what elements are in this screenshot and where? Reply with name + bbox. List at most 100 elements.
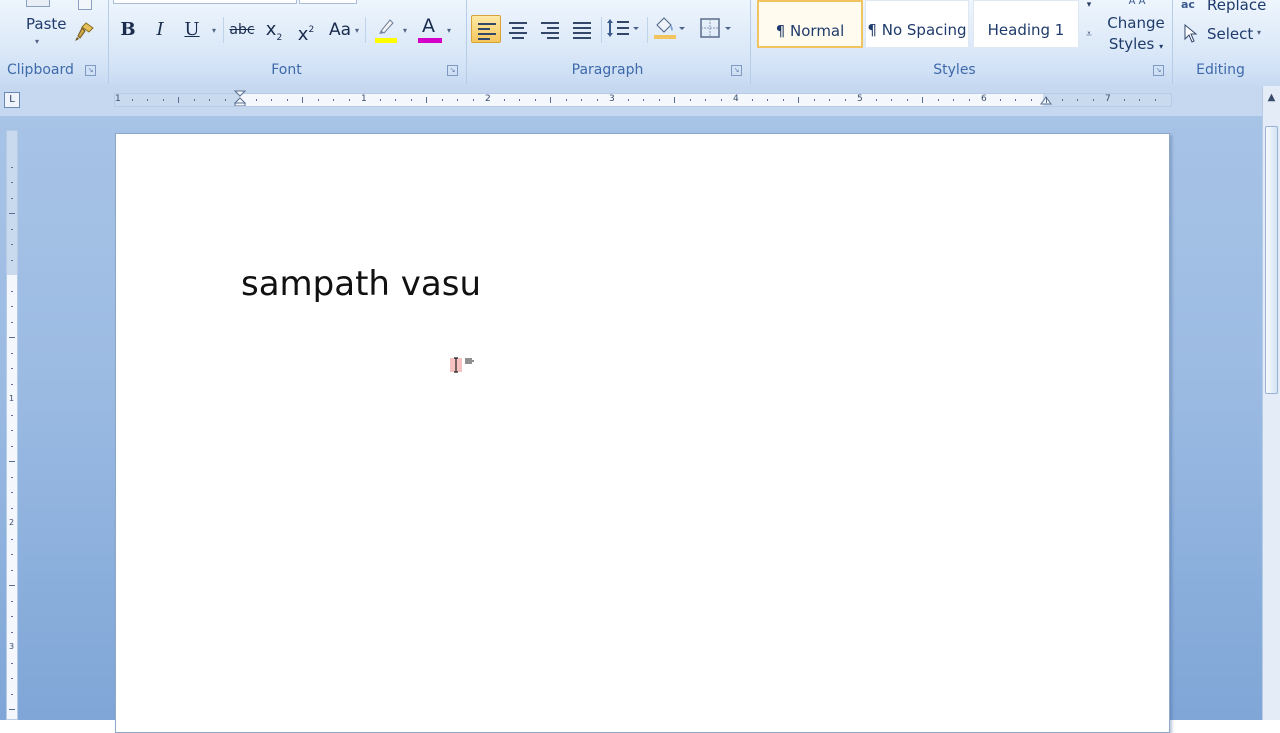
scroll-up-arrow-icon[interactable]: ▲ xyxy=(1265,92,1278,110)
styles-dialog-launcher[interactable]: ↘ xyxy=(1153,65,1164,76)
select-button[interactable]: Select ▾ xyxy=(1179,22,1267,46)
ruler-tick xyxy=(1015,99,1016,101)
bold-button[interactable]: B xyxy=(115,16,141,44)
paragraph-group-label: Paragraph xyxy=(571,62,644,78)
style-heading-1[interactable]: Heading 1 xyxy=(973,0,1079,48)
style-normal[interactable]: ¶ Normal xyxy=(757,0,863,48)
ruler-tick xyxy=(705,99,706,101)
ruler-tick xyxy=(627,99,629,101)
ruler-number: 1 xyxy=(361,94,367,104)
font-separator-2 xyxy=(365,17,366,43)
align-right-button[interactable] xyxy=(535,15,565,43)
style-normal-label: ¶ Normal xyxy=(775,22,845,40)
highlight-color-button[interactable] xyxy=(371,17,401,45)
format-painter-button[interactable] xyxy=(72,20,98,44)
ruler-tick xyxy=(11,507,13,509)
replace-button[interactable]: ac Replace xyxy=(1179,0,1267,14)
clipboard-icon xyxy=(26,0,50,7)
italic-button[interactable]: I xyxy=(147,16,173,44)
ruler-tick xyxy=(11,569,13,571)
strikethrough-button[interactable]: abc xyxy=(227,16,257,44)
styles-group: ¶ Normal ¶ No Spacing Heading 1 ▾ ⩡ A A … xyxy=(750,0,1170,84)
align-left-button[interactable] xyxy=(471,15,501,43)
subscript-button[interactable]: x2 xyxy=(261,16,287,44)
ruler-tick xyxy=(426,97,427,103)
tab-selector-button[interactable]: L xyxy=(4,92,20,108)
ribbon: Paste ▾ Clipboard ↘ B I U ▾ abc x2 x2 Aa… xyxy=(0,0,1280,87)
ruler-tick xyxy=(11,244,13,245)
font-color-letter: A xyxy=(422,15,435,37)
ruler-tick xyxy=(813,99,815,101)
ruler-tick xyxy=(11,554,13,555)
vertical-scrollbar[interactable]: ▲ xyxy=(1262,86,1280,720)
underline-button[interactable]: U xyxy=(179,16,205,44)
ruler-tick xyxy=(11,631,13,633)
highlighter-icon xyxy=(379,19,394,34)
font-color-dropdown-icon[interactable]: ▾ xyxy=(447,26,451,35)
ruler-tick xyxy=(519,99,520,101)
ruler-tick xyxy=(11,600,13,602)
ruler-tick xyxy=(1030,99,1032,101)
document-page[interactable]: sampath vasu xyxy=(115,133,1170,733)
ruler-tick xyxy=(9,709,15,710)
scrollbar-thumb[interactable] xyxy=(1265,126,1278,394)
ruler-tick xyxy=(968,99,970,101)
ruler-tick xyxy=(798,97,799,103)
ruler-bar: L 1 1 2 3 4 5 6 7 xyxy=(0,86,1280,116)
change-case-dropdown-icon[interactable]: ▾ xyxy=(355,26,359,35)
ruler-tick xyxy=(178,97,179,103)
shading-button[interactable] xyxy=(651,15,691,43)
paragraph-dialog-launcher[interactable]: ↘ xyxy=(731,65,742,76)
ruler-tick xyxy=(11,476,13,478)
change-case-button[interactable]: Aa xyxy=(325,16,355,44)
ruler-tick xyxy=(11,182,13,183)
font-name-box[interactable] xyxy=(113,0,297,4)
align-right-icon xyxy=(541,19,559,42)
borders-button[interactable] xyxy=(697,15,737,43)
change-styles-button[interactable]: A A Change Styles ▾ xyxy=(1103,0,1169,58)
superscript-button[interactable]: x2 xyxy=(293,16,319,45)
ruler-tick xyxy=(844,99,846,101)
ruler-tick xyxy=(11,616,13,617)
left-indent-marker-icon[interactable] xyxy=(234,90,246,106)
paste-button[interactable]: Paste ▾ xyxy=(6,0,68,54)
ruler-tick xyxy=(11,445,13,447)
ruler-tick xyxy=(581,99,582,101)
ruler-tick xyxy=(596,99,598,101)
styles-scroll-up-button[interactable]: ▾ xyxy=(1081,0,1097,14)
ruler-number: 5 xyxy=(857,94,863,104)
line-spacing-icon xyxy=(607,19,639,37)
ruler-tick xyxy=(782,99,784,101)
ruler-number: 2 xyxy=(485,94,491,104)
style-no-spacing[interactable]: ¶ No Spacing xyxy=(865,0,969,48)
vertical-ruler[interactable]: 1 2 3 xyxy=(6,130,18,720)
ruler-tick xyxy=(1139,99,1140,101)
ruler-number: 1 xyxy=(9,394,15,403)
align-center-button[interactable] xyxy=(503,15,533,43)
font-color-button[interactable]: A xyxy=(415,15,443,45)
ruler-tick xyxy=(9,337,15,338)
styles-more-button[interactable]: ⩡ xyxy=(1081,26,1097,44)
align-center-icon xyxy=(509,19,527,42)
underline-dropdown-icon[interactable]: ▾ xyxy=(212,26,216,35)
font-separator xyxy=(223,17,224,43)
ruler-tick xyxy=(1046,97,1047,103)
font-dialog-launcher[interactable]: ↘ xyxy=(447,65,458,76)
highlight-dropdown-icon[interactable]: ▾ xyxy=(403,26,407,35)
ruler-tick xyxy=(255,99,257,101)
justify-button[interactable] xyxy=(567,15,597,43)
line-spacing-button[interactable] xyxy=(605,15,645,43)
document-text[interactable]: sampath vasu xyxy=(241,264,481,304)
replace-label: Replace xyxy=(1207,0,1267,14)
horizontal-ruler[interactable]: 1 1 2 3 4 5 6 7 xyxy=(114,90,1172,107)
ruler-tick xyxy=(643,99,644,101)
copy-button[interactable] xyxy=(74,0,96,12)
ruler-top-margin xyxy=(7,131,17,275)
font-group: B I U ▾ abc x2 x2 Aa ▾ ▾ A ▾ Font ↘ xyxy=(108,0,464,84)
font-size-box[interactable] xyxy=(299,0,357,4)
paragraph-group: Paragraph ↘ xyxy=(466,0,748,84)
ruler-tick xyxy=(9,213,15,214)
ruler-tick xyxy=(875,99,877,101)
document-workspace: 1 2 3 sampath vasu xyxy=(0,116,1262,733)
clipboard-dialog-launcher[interactable]: ↘ xyxy=(85,65,96,76)
